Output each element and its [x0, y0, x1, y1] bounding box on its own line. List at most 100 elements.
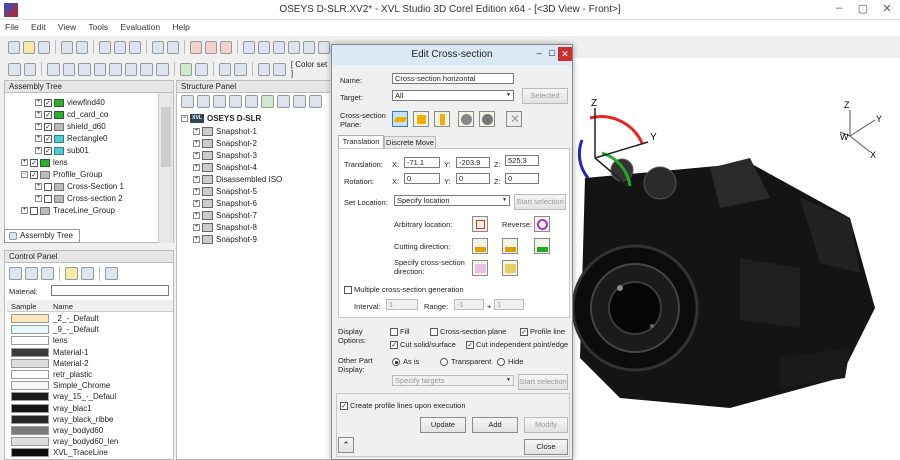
- rotation-y-input[interactable]: 0: [456, 173, 490, 184]
- material-row[interactable]: lens: [11, 335, 173, 346]
- plane-horizontal-icon[interactable]: [392, 111, 408, 127]
- zoom-icon[interactable]: [272, 40, 285, 54]
- open-folder-icon[interactable]: [23, 40, 36, 54]
- add-button[interactable]: Add: [472, 417, 518, 433]
- material-row[interactable]: _2_-_Default: [11, 313, 173, 324]
- tree-item[interactable]: + Cross-Section 1: [35, 181, 124, 193]
- snapshot-item[interactable]: + Disassembled ISO: [193, 174, 282, 186]
- render-icon[interactable]: [179, 62, 193, 76]
- undo-icon[interactable]: [151, 40, 164, 54]
- menu-evaluation[interactable]: Evaluation: [115, 20, 165, 34]
- target-select[interactable]: All ▼: [392, 90, 514, 101]
- cross-section-plane-option[interactable]: Cross-section plane: [430, 327, 506, 337]
- wireframe-icon[interactable]: [156, 62, 169, 76]
- material-row[interactable]: _9_-_Default: [11, 324, 173, 335]
- selected-button[interactable]: Selected: [522, 88, 568, 104]
- menu-view[interactable]: View: [53, 20, 81, 34]
- material-field[interactable]: [51, 285, 169, 296]
- copy-icon[interactable]: [113, 40, 126, 54]
- range-min-input[interactable]: -1: [454, 299, 484, 310]
- cut-icon[interactable]: [98, 40, 111, 54]
- fill-option[interactable]: Fill: [390, 327, 410, 337]
- dialog-minimize-button[interactable]: –: [532, 48, 546, 60]
- material-row[interactable]: vray_black_ribbe: [11, 414, 173, 425]
- tree-item[interactable]: + TraceLine_Group: [21, 205, 115, 217]
- add-material-icon[interactable]: [9, 267, 22, 280]
- assembly-tree-tab[interactable]: Assembly Tree: [4, 229, 80, 243]
- assembly-tree-scrollbar[interactable]: [158, 93, 173, 243]
- cube-front-icon[interactable]: [47, 62, 60, 76]
- transparent-radio[interactable]: Transparent: [440, 357, 491, 367]
- snapshot-item[interactable]: + Snapshot-1: [193, 126, 257, 138]
- snapshot-item[interactable]: + Snapshot-9: [193, 234, 257, 246]
- material-row[interactable]: XVL_TraceLine: [11, 447, 173, 458]
- plane-arc-icon[interactable]: [458, 111, 474, 127]
- structure-root[interactable]: − XVL OSEYS D-SLR: [181, 113, 261, 125]
- tree-item[interactable]: + ✓ shield_d60: [35, 121, 106, 133]
- material-row[interactable]: Simple_Chrome: [11, 380, 173, 391]
- material-row[interactable]: vray_bodyd60: [11, 425, 173, 436]
- close-button[interactable]: Close: [524, 439, 568, 455]
- modify-button[interactable]: Modify: [524, 417, 568, 433]
- cube-back-icon[interactable]: [62, 62, 76, 76]
- material-row[interactable]: Material-2: [11, 358, 173, 369]
- name-input[interactable]: Cross-section horizontal: [392, 73, 514, 84]
- delete-material-icon[interactable]: [25, 267, 38, 280]
- create-profile-option[interactable]: ✓ Create profile lines upon execution: [340, 401, 466, 411]
- close-window-button[interactable]: ✕: [876, 2, 898, 16]
- collapse-icon[interactable]: ⌃: [338, 437, 354, 453]
- expand-icon[interactable]: [23, 62, 37, 76]
- start-selection-button[interactable]: Start selection: [514, 194, 566, 210]
- delete-icon[interactable]: [277, 95, 290, 108]
- new-file-icon[interactable]: [8, 40, 21, 54]
- rotation-x-input[interactable]: 0: [404, 173, 440, 184]
- menu-file[interactable]: File: [0, 20, 24, 34]
- cube-iso-icon[interactable]: [124, 62, 138, 76]
- tab-discrete-move[interactable]: Discrete Move: [384, 136, 436, 148]
- material-row[interactable]: vray_blac1: [11, 403, 173, 414]
- tree-item[interactable]: + Cross-section 2: [35, 193, 123, 205]
- print-icon[interactable]: [60, 40, 73, 54]
- apply-material-icon[interactable]: [41, 267, 54, 280]
- rotation-z-input[interactable]: 0: [505, 173, 539, 184]
- tab-translation[interactable]: Translation: [338, 135, 384, 148]
- menu-edit[interactable]: Edit: [26, 20, 51, 34]
- reverse-icon[interactable]: [534, 216, 550, 232]
- cut-dir-z-icon[interactable]: [534, 238, 550, 254]
- snapshot-copy-icon[interactable]: [197, 95, 210, 108]
- dropdown-icon[interactable]: [234, 62, 247, 76]
- color-set-label[interactable]: [ Color set ]: [291, 60, 330, 78]
- plane-vertical-icon[interactable]: [413, 111, 429, 127]
- cut-dir-x-icon[interactable]: [472, 238, 488, 254]
- profile-line-option[interactable]: ✓ Profile line: [520, 327, 565, 337]
- plane-side-icon[interactable]: [434, 111, 450, 127]
- set-location-select[interactable]: Specify location ▼: [394, 195, 510, 206]
- translation-x-input[interactable]: -71.1: [404, 157, 440, 168]
- snapshot-up-icon[interactable]: [213, 95, 226, 108]
- material-row[interactable]: vray_bodyd60_len: [11, 436, 173, 447]
- cut-solid-option[interactable]: ✓ Cut solid/surface: [390, 340, 456, 350]
- cut-independent-option[interactable]: ✓ Cut independent point/edge: [466, 340, 568, 350]
- range-max-input[interactable]: 1: [494, 299, 524, 310]
- paste-icon[interactable]: [128, 40, 141, 54]
- save-icon[interactable]: [38, 40, 51, 54]
- filter-icon[interactable]: [105, 267, 118, 280]
- cube-right-icon[interactable]: [93, 62, 107, 76]
- translation-y-input[interactable]: -203.9: [456, 157, 490, 168]
- minimize-button[interactable]: –: [828, 2, 850, 16]
- paint-bucket-icon[interactable]: [65, 267, 78, 280]
- plane-sector-icon[interactable]: [479, 111, 495, 127]
- hide-radio[interactable]: Hide: [497, 357, 523, 367]
- snapshot-left-icon[interactable]: [245, 95, 258, 108]
- specify-targets-select[interactable]: Specify targets ▼: [392, 375, 514, 386]
- brush-icon[interactable]: [81, 267, 94, 280]
- cut-dir-y-icon[interactable]: [502, 238, 518, 254]
- pan-icon[interactable]: [242, 40, 255, 54]
- redo-icon[interactable]: [166, 40, 179, 54]
- material-row[interactable]: vray_15_-_Defaul: [11, 391, 173, 402]
- menu-tools[interactable]: Tools: [83, 20, 113, 34]
- col-name[interactable]: Name: [53, 302, 73, 311]
- snapshot-item[interactable]: + Snapshot-6: [193, 198, 257, 210]
- material-row[interactable]: Material-1: [11, 347, 173, 358]
- material-row[interactable]: retr_plastic: [11, 369, 173, 380]
